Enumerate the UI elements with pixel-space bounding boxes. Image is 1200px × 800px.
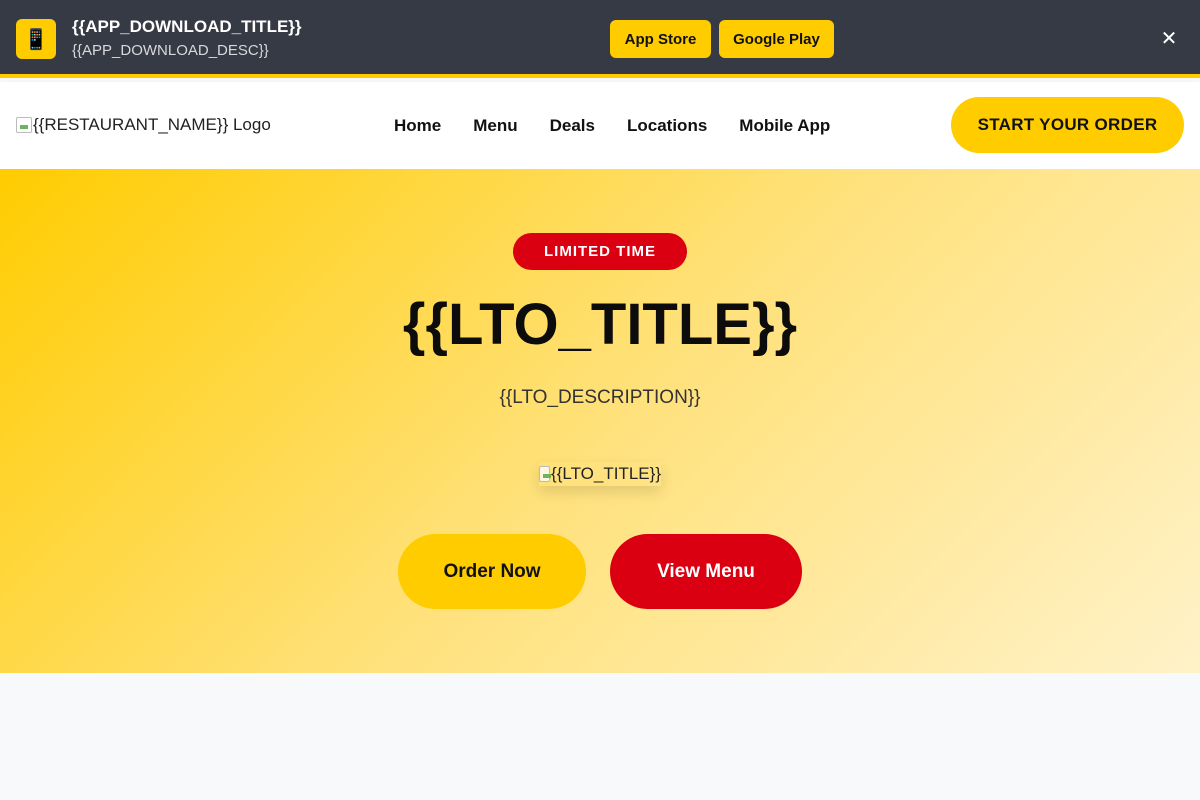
hero-title: {{LTO_TITLE}} <box>402 292 798 357</box>
close-icon[interactable]: ✕ <box>1158 26 1180 50</box>
app-store-button[interactable]: App Store <box>610 20 711 58</box>
nav-item-deals[interactable]: Deals <box>550 116 595 136</box>
logo-alt-text: {{RESTAURANT_NAME}} Logo <box>33 115 271 134</box>
view-menu-button[interactable]: View Menu <box>610 534 802 609</box>
hero-section: LIMITED TIME {{LTO_TITLE}} {{LTO_DESCRIP… <box>0 169 1200 673</box>
order-now-button[interactable]: Order Now <box>398 534 586 609</box>
app-download-title: {{APP_DOWNLOAD_TITLE}} <box>72 17 302 36</box>
main-nav: Home Menu Deals Locations Mobile App <box>394 116 830 136</box>
nav-item-home[interactable]: Home <box>394 116 441 136</box>
broken-image-icon <box>539 466 552 482</box>
app-download-description: {{APP_DOWNLOAD_DESC}} <box>72 42 269 59</box>
page-content-area <box>0 673 1200 800</box>
google-play-button[interactable]: Google Play <box>719 20 834 58</box>
limited-time-badge: LIMITED TIME <box>513 233 687 270</box>
nav-item-mobile-app[interactable]: Mobile App <box>739 116 830 136</box>
app-download-banner: 📱 {{APP_DOWNLOAD_TITLE}} {{APP_DOWNLOAD_… <box>0 0 1200 78</box>
mobile-phone-icon: 📱 <box>16 19 56 59</box>
lto-image-alt: {{LTO_TITLE}} <box>551 464 661 483</box>
lto-image: {{LTO_TITLE}} <box>539 462 661 486</box>
restaurant-logo[interactable]: {{RESTAURANT_NAME}} Logo <box>16 115 271 135</box>
nav-item-locations[interactable]: Locations <box>627 116 707 136</box>
site-header: {{RESTAURANT_NAME}} Logo Home Menu Deals… <box>0 82 1200 169</box>
nav-item-menu[interactable]: Menu <box>473 116 517 136</box>
hero-description: {{LTO_DESCRIPTION}} <box>499 387 701 408</box>
start-order-button[interactable]: START YOUR ORDER <box>951 97 1184 153</box>
broken-image-icon <box>16 117 32 133</box>
